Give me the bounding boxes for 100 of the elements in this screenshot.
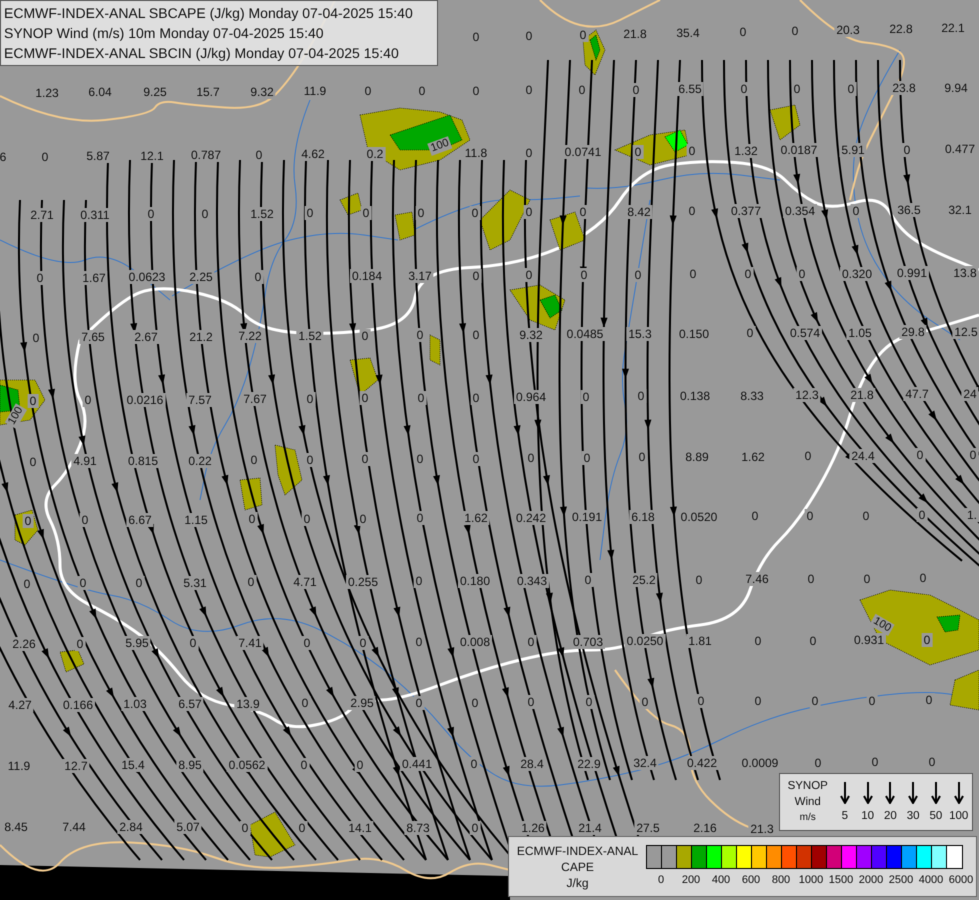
map-title: ECMWF-INDEX-ANAL SBCAPE (J/kg) Monday 07-04-2025 15:40 (4, 4, 414, 23)
grid-value: 0 (302, 636, 312, 650)
grid-value: 0 (862, 572, 872, 586)
grid-value: 24.4 (849, 448, 877, 463)
grid-value: 0 (526, 451, 536, 466)
grid-value: 8.89 (683, 450, 711, 464)
grid-value: 0 (924, 693, 934, 708)
scale-label: 6000 (948, 875, 974, 886)
scale-label: 600 (742, 875, 760, 886)
grid-value: 1.67 (80, 270, 108, 285)
grid-value: 0 (846, 82, 856, 96)
grid-value: 0.138 (678, 389, 712, 404)
grid-value: 0 (524, 268, 534, 282)
grid-value: 0 (416, 390, 426, 405)
grid-value: 5.95 (123, 636, 151, 650)
grid-value: 1.62 (739, 450, 767, 464)
grid-value: 0.377 (728, 204, 764, 218)
grid-value: 21.2 (187, 330, 215, 344)
grid-value: 0 (578, 205, 588, 220)
grid-value: 0 (526, 634, 536, 649)
grid-value: 0.008 (458, 635, 492, 650)
scale-label: 2000 (858, 875, 884, 886)
grid-value: 0 (414, 452, 426, 466)
grid-value: 2.95 (348, 696, 376, 710)
grid-value: 27.5 (634, 821, 662, 836)
grid-value: 0.931 (852, 633, 886, 648)
grid-value: 1.62 (462, 511, 490, 526)
grid-value: 0 (416, 84, 428, 98)
grid-value: 0 (752, 634, 764, 648)
grid-value: 28.4 (518, 756, 546, 771)
grid-value: 1.26 (519, 821, 547, 836)
grid-value: 0 (792, 82, 802, 96)
grid-value: 6.57 (176, 697, 204, 712)
speed-label: 30 (906, 810, 920, 822)
grid-value: 0 (304, 392, 316, 406)
grid-value: 0.0623 (126, 270, 168, 284)
grid-value: 4.27 (6, 698, 34, 712)
grid-value: 21.8 (621, 27, 649, 42)
grid-value: 0 (632, 144, 644, 159)
grid-value: 0 (790, 24, 800, 38)
grid-value: 0 (526, 695, 536, 710)
grid-value: 1.32 (732, 144, 760, 158)
grid-value: 0 (240, 820, 250, 834)
legend-title: ECMWF-INDEX-ANAL (516, 842, 638, 858)
grid-value: 0.180 (458, 574, 492, 588)
grid-value: 4.62 (299, 147, 327, 162)
grid-value: 3.17 (406, 268, 434, 283)
grid-value: 0 (524, 146, 534, 160)
grid-value: 0.0187 (778, 143, 820, 158)
grid-value: 0 (254, 148, 264, 162)
grid-value: 0 (22, 514, 34, 528)
grid-value: 0 (738, 24, 748, 39)
grid-value: 0 (304, 452, 316, 467)
grid-value: 0 (470, 84, 482, 98)
grid-value: 0 (470, 328, 482, 342)
legend-title: CAPE (561, 858, 594, 874)
grid-value: 0 (804, 509, 816, 524)
grid-value: 0 (808, 634, 818, 648)
grid-value: 2.26 (10, 636, 38, 651)
grid-value: 21.3 (748, 822, 776, 836)
grid-value: 0.0250 (624, 634, 666, 648)
grid-value: 5.31 (181, 576, 209, 590)
grid-value: 12.3 (793, 388, 821, 402)
grid-value: 2.25 (187, 270, 215, 284)
grid-value: 0 (968, 448, 978, 462)
grid-value: 9.32 (517, 328, 545, 342)
grid-value: 12.5 (952, 325, 979, 340)
grid-value: 8.45 (2, 820, 30, 834)
grid-value: 0 (582, 573, 594, 588)
grid-value: 0 (926, 755, 938, 770)
grid-value: 2.71 (28, 208, 56, 222)
grid-value: 0 (630, 82, 642, 97)
grid-value: 0 (248, 453, 260, 468)
speed-label: 5 (842, 810, 848, 822)
grid-value: 0 (524, 205, 534, 220)
legend-title: J/kg (566, 874, 588, 890)
grid-value: 0 (414, 635, 424, 650)
grid-value: 0 (850, 204, 862, 218)
grid-value: 32.4 (631, 756, 659, 770)
grid-value: 0 (914, 448, 926, 462)
grid-value: 0 (298, 758, 310, 772)
grid-value: 0 (742, 267, 754, 282)
grid-value: 0.815 (126, 454, 160, 468)
grid-value: 22.1 (939, 20, 967, 35)
scale-label: 400 (712, 875, 730, 886)
grid-value: 0.477 (942, 142, 978, 156)
grid-value: 0 (414, 511, 426, 526)
grid-value: 13.9 (234, 696, 262, 711)
grid-value: 0 (246, 512, 258, 526)
map-title: ECMWF-INDEX-ANAL SBCIN (J/kg) Monday 07-04-2025 15:40 (4, 44, 400, 63)
grid-value: 0 (640, 694, 650, 709)
grid-value: 1. (965, 508, 979, 522)
grid-value: 2.84 (117, 820, 145, 834)
wind-arrow-icon (930, 782, 941, 804)
grid-value: 36.5 (895, 203, 923, 218)
grid-value: 0 (300, 696, 310, 710)
grid-value: 6.18 (629, 510, 657, 524)
grid-value: 0 (200, 206, 210, 221)
grid-value: 8.95 (176, 758, 204, 772)
grid-value: 0.166 (60, 698, 96, 712)
